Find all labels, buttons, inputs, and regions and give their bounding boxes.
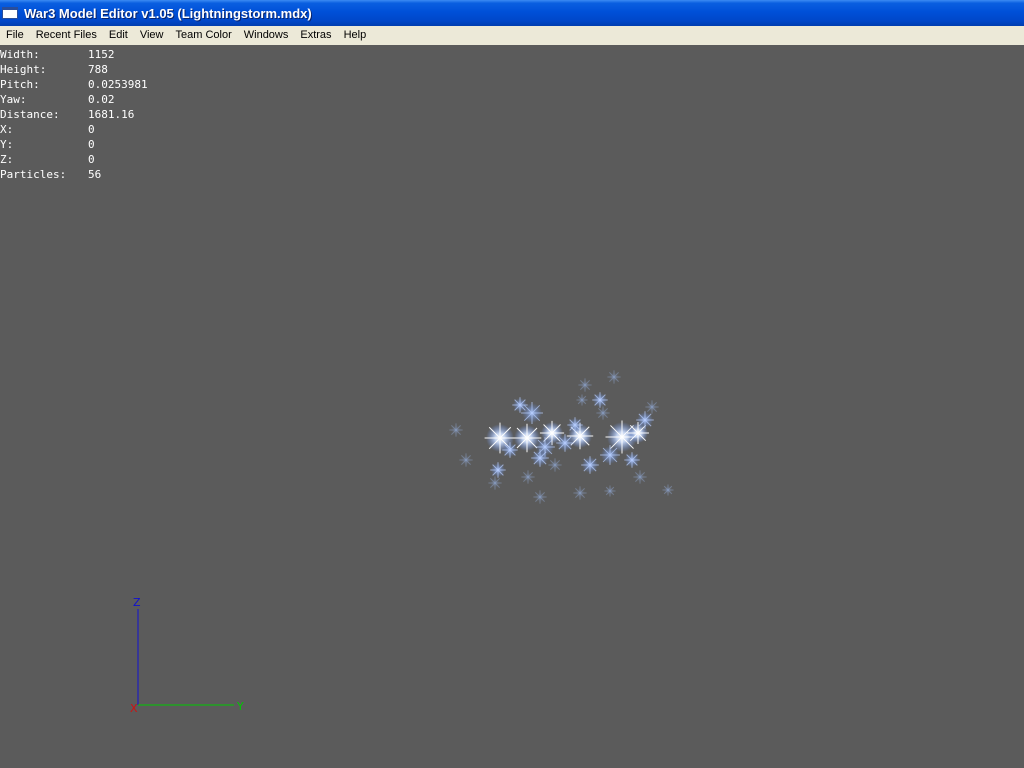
title-bar[interactable]: War3 Model Editor v1.05 (Lightningstorm.… [0,0,1024,26]
menu-view[interactable]: View [134,26,170,45]
menu-file[interactable]: File [0,26,30,45]
menu-windows[interactable]: Windows [238,26,295,45]
axis-gizmo: Z Y X [130,596,244,715]
menu-edit[interactable]: Edit [103,26,134,45]
menu-bar: File Recent Files Edit View Team Color W… [0,26,1024,45]
menu-help[interactable]: Help [338,26,373,45]
app-window-icon[interactable] [2,7,18,19]
menu-recent-files[interactable]: Recent Files [30,26,103,45]
y-axis-label: Y [236,700,244,713]
x-axis-label: X [130,702,138,715]
window-title: War3 Model Editor v1.05 (Lightningstorm.… [24,5,312,21]
z-axis-label: Z [133,596,141,609]
menu-team-color[interactable]: Team Color [170,26,238,45]
app-window: War3 Model Editor v1.05 (Lightningstorm.… [0,0,1024,768]
menu-extras[interactable]: Extras [294,26,337,45]
model-viewport[interactable]: Width: 1152 Height: 788 Pitch: 0.0253981… [0,45,1024,768]
